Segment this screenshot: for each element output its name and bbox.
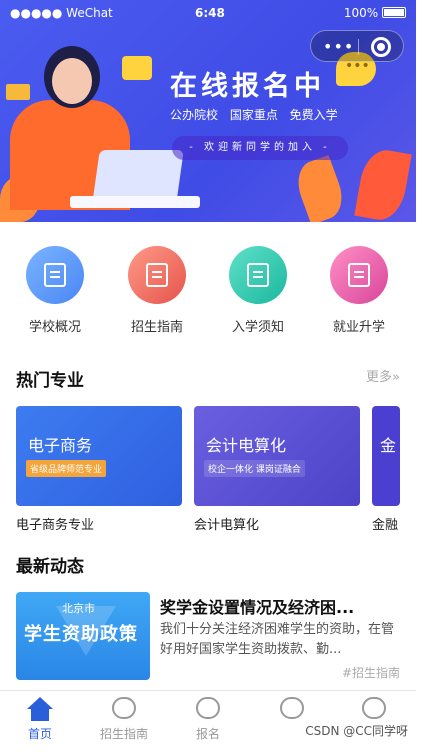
document-icon <box>128 246 186 304</box>
tab-home[interactable]: 首页 <box>0 697 80 742</box>
briefcase-icon <box>330 246 388 304</box>
quick-link-label: 入学须知 <box>231 320 284 335</box>
hot-majors-title: 热门专业 <box>16 371 84 391</box>
more-options-icon[interactable]: ••• <box>323 37 354 56</box>
tab-apply[interactable]: 报名 <box>168 697 248 742</box>
tab-teaching[interactable] <box>252 697 332 721</box>
banner-title: 在线报名中 <box>170 71 325 102</box>
book-icon <box>229 246 287 304</box>
quick-link-label: 就业升学 <box>332 320 385 335</box>
illustration-person-face <box>52 58 92 104</box>
clock: 6:48 <box>195 6 225 20</box>
hero-banner[interactable]: ●●●●● WeChat 6:48 100% 在线报名中 公办院校 国家重点 免… <box>0 0 416 222</box>
tab-label: 首页 <box>27 727 52 741</box>
watermark: CSDN @CC同学呀 <box>305 724 408 738</box>
major-name[interactable]: 会计电算化 <box>194 514 259 533</box>
major-card-title: 会计电算化 <box>206 436 287 455</box>
users-icon <box>196 697 220 719</box>
chat-icon <box>112 697 136 719</box>
battery-percent: 100% <box>343 6 379 20</box>
carrier-label: ●●●●● WeChat <box>10 6 113 20</box>
quick-link-label: 学校概况 <box>28 320 81 335</box>
quick-link-school-overview[interactable]: 学校概况 <box>15 246 95 335</box>
leaf-decoration <box>354 146 412 222</box>
battery-icon <box>382 7 406 18</box>
major-card-tag: 省级品牌师范专业 <box>26 460 107 477</box>
tab-profile[interactable] <box>334 697 414 721</box>
app-screen: ●●●●● WeChat 6:48 100% 在线报名中 公办院校 国家重点 免… <box>0 0 416 752</box>
tab-admission-guide[interactable]: 招生指南 <box>84 697 164 742</box>
hot-majors-more-link[interactable]: 更多» <box>366 366 400 385</box>
banner-welcome-pill: - 欢迎新同学的加入 - <box>172 136 348 160</box>
tab-label: 报名 <box>195 727 220 741</box>
graduation-cap-icon <box>280 697 304 719</box>
major-card-title: 电子商务 <box>28 436 93 455</box>
news-category-tag[interactable]: #招生指南 <box>342 664 400 681</box>
home-icon <box>27 697 53 721</box>
major-card-tag: 校企一体化 课岗证融合 <box>204 460 305 477</box>
quick-link-label: 招生指南 <box>130 320 183 335</box>
capsule-divider <box>358 39 359 55</box>
major-card-accounting[interactable]: 会计电算化 校企一体化 课岗证融合 <box>194 406 360 506</box>
user-icon <box>362 697 386 719</box>
major-name[interactable]: 电子商务专业 <box>16 514 94 533</box>
major-name[interactable]: 金融 <box>372 514 400 533</box>
chat-bubble-icon <box>122 56 152 80</box>
building-icon <box>26 246 84 304</box>
thumbnail-line1: 北京市 <box>62 602 95 615</box>
tab-label: 招生指南 <box>99 727 148 741</box>
bottom-tab-bar: 首页 招生指南 报名 <box>0 690 416 752</box>
battery-status: 100% <box>344 6 406 20</box>
banner-subtitle: 公办院校 国家重点 免费入学 <box>170 108 338 122</box>
news-thumbnail[interactable]: 北京市 学生资助政策 <box>16 592 150 680</box>
close-miniprogram-icon[interactable] <box>371 37 391 57</box>
envelope-icon <box>6 84 30 100</box>
news-description: 我们十分关注经济困难学生的资助，在管好用好国家学生资助拨款、勤... <box>160 622 395 657</box>
thumbnail-line2: 学生资助政策 <box>24 624 138 645</box>
news-title[interactable]: 奖学金设置情况及经济困... <box>160 594 400 618</box>
quick-link-employment[interactable]: 就业升学 <box>319 246 399 335</box>
quick-links: 学校概况 招生指南 入学须知 就业升学 <box>0 246 416 342</box>
major-card-ecommerce[interactable]: 电子商务 省级品牌师范专业 <box>16 406 182 506</box>
quick-link-enrollment-notes[interactable]: 入学须知 <box>218 246 298 335</box>
major-card-finance[interactable]: 金 <box>372 406 400 506</box>
status-bar: ●●●●● WeChat 6:48 100% <box>0 6 416 24</box>
major-card-title: 金 <box>380 436 397 455</box>
desk-illustration <box>70 196 200 208</box>
news-section-title: 最新动态 <box>16 557 84 577</box>
quick-link-admission-guide[interactable]: 招生指南 <box>117 246 197 335</box>
leaf-decoration <box>290 154 350 222</box>
miniprogram-capsule[interactable]: ••• <box>310 30 404 62</box>
